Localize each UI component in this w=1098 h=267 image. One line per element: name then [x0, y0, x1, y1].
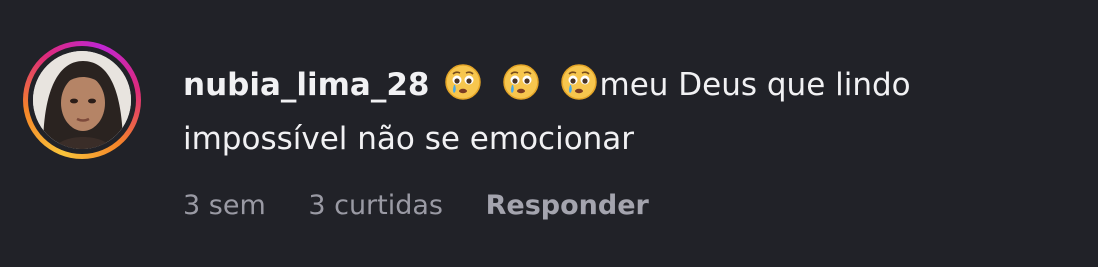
avatar-gap [28, 46, 136, 154]
story-ring[interactable] [23, 41, 141, 159]
avatar[interactable] [33, 51, 131, 149]
comment: nubia_lima_28 meu Deus que lindo impossív… [0, 0, 1098, 267]
reply-button[interactable]: Responder [486, 190, 649, 221]
comment-body: nubia_lima_28 meu Deus que lindo impossív… [183, 58, 1063, 166]
timestamp: 3 sem [183, 190, 266, 221]
crying-face-emoji-icon [444, 63, 482, 101]
username[interactable]: nubia_lima_28 [183, 67, 430, 103]
crying-face-emoji-icon [560, 63, 598, 101]
crying-face-emoji-icon [502, 63, 540, 101]
comment-meta: 3 sem 3 curtidas Responder [183, 190, 683, 221]
likes-count[interactable]: 3 curtidas [308, 190, 443, 221]
avatar-image [33, 51, 131, 149]
